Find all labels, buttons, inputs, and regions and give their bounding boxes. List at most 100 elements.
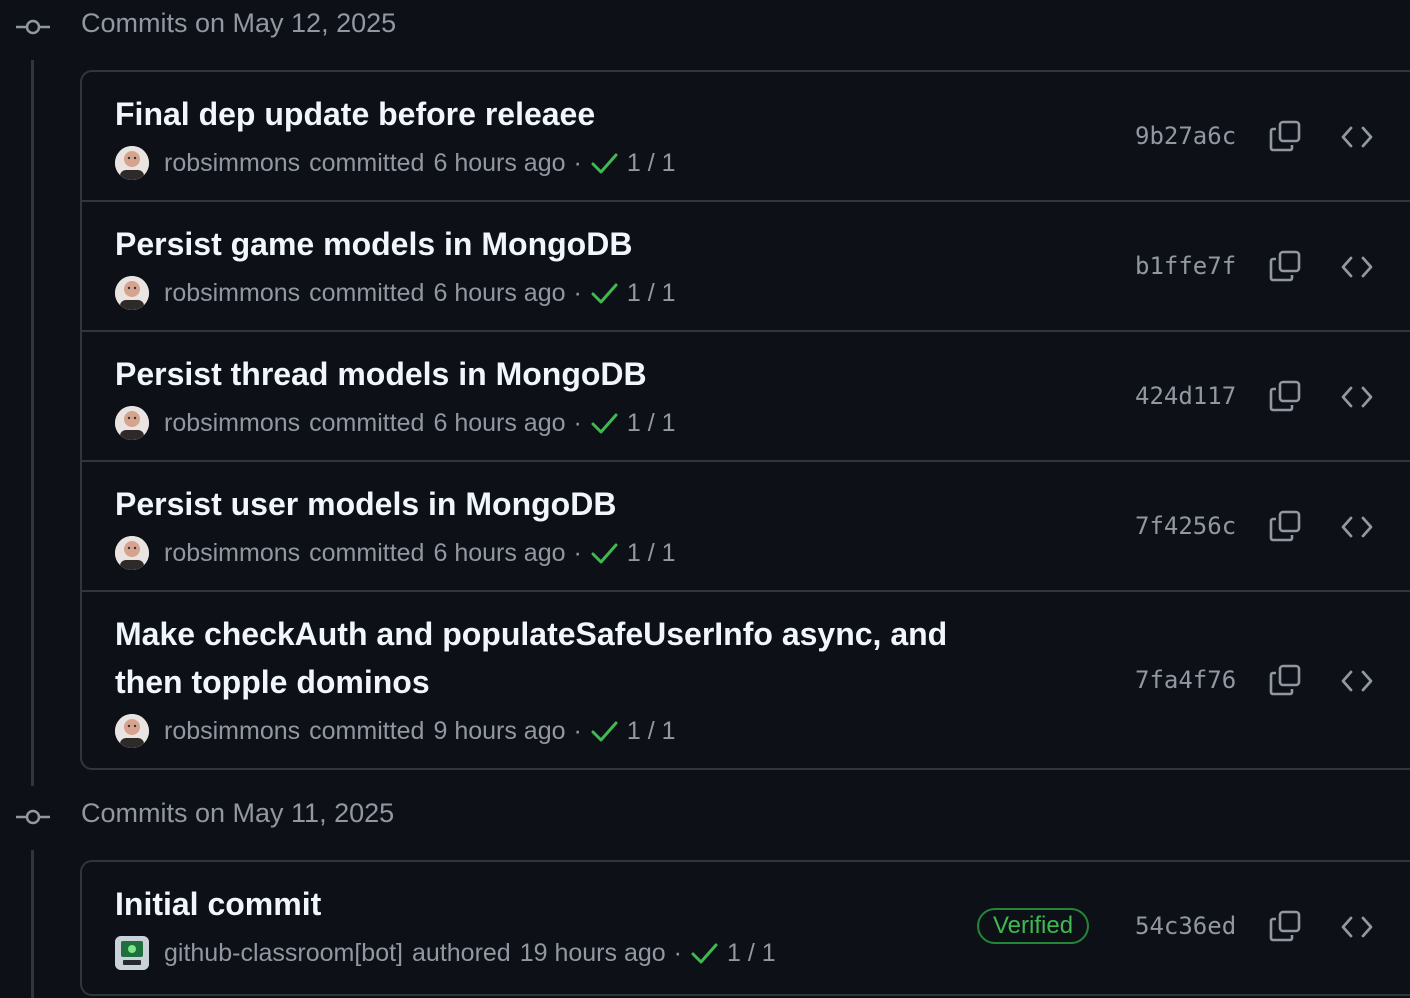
browse-repo-button[interactable] xyxy=(1335,115,1379,159)
checks-status[interactable]: 1 / 1 xyxy=(627,539,676,568)
commit-sha-link[interactable]: 54c36ed xyxy=(1135,912,1236,940)
commit-author-link[interactable]: github-classroom[bot] xyxy=(164,939,403,968)
checks-status[interactable]: 1 / 1 xyxy=(727,939,776,968)
commit-author-link[interactable]: robsimmons xyxy=(164,409,300,438)
copy-sha-button[interactable] xyxy=(1263,114,1307,158)
copy-icon xyxy=(1269,910,1301,942)
commit-action: committed xyxy=(309,716,425,745)
checks-status[interactable]: 1 / 1 xyxy=(627,279,676,308)
commit-meta: robsimmons committed 6 hours ago · 1 / 1 xyxy=(115,146,676,180)
commit-action: authored xyxy=(412,938,511,967)
check-icon[interactable] xyxy=(590,149,618,177)
user-avatar[interactable] xyxy=(115,146,149,180)
verified-badge[interactable]: Verified xyxy=(977,908,1090,944)
commit-sha-link[interactable]: 424d117 xyxy=(1135,382,1236,410)
copy-icon xyxy=(1269,380,1301,412)
timeline-line xyxy=(31,60,34,786)
commit-sha-link[interactable]: 9b27a6c xyxy=(1135,122,1236,150)
commit-time: 19 hours ago xyxy=(519,938,666,967)
commit-row: Persist thread models in MongoDB robsimm… xyxy=(82,332,1410,462)
user-avatar[interactable] xyxy=(115,276,149,310)
separator: · xyxy=(573,716,582,745)
check-icon[interactable] xyxy=(590,717,618,745)
commit-time: 6 hours ago xyxy=(433,408,566,437)
copy-sha-button[interactable] xyxy=(1263,374,1307,418)
commit-row: Make checkAuth and populateSafeUserInfo … xyxy=(82,592,1410,768)
browse-repo-button[interactable] xyxy=(1335,505,1379,549)
browse-repo-button[interactable] xyxy=(1335,375,1379,419)
commit-meta: robsimmons committed 6 hours ago · 1 / 1 xyxy=(115,406,676,440)
copy-icon xyxy=(1269,510,1301,542)
user-avatar[interactable] xyxy=(115,406,149,440)
commit-row: Initial commit github-classroom[bot] aut… xyxy=(82,862,1410,994)
commit-action: committed xyxy=(309,278,425,307)
commit-row: Final dep update before releaee robsimmo… xyxy=(82,72,1410,202)
code-icon xyxy=(1341,386,1373,408)
group-title: Commits on May 12, 2025 xyxy=(81,8,397,38)
commit-meta: robsimmons committed 6 hours ago · 1 / 1 xyxy=(115,276,676,310)
commit-title-link[interactable]: Persist game models in MongoDB xyxy=(115,220,632,268)
commit-action: committed xyxy=(309,538,425,567)
commit-title-link[interactable]: Initial commit xyxy=(115,880,321,928)
commit-title-link[interactable]: Make checkAuth and populateSafeUserInfo … xyxy=(115,610,947,658)
check-icon[interactable] xyxy=(590,409,618,437)
commit-action: committed xyxy=(309,148,425,177)
commit-row: Persist game models in MongoDB robsimmon… xyxy=(82,202,1410,332)
timeline-line xyxy=(31,850,34,998)
browse-repo-button[interactable] xyxy=(1335,659,1379,703)
commit-time: 6 hours ago xyxy=(433,278,566,307)
commit-title-link-line-2[interactable]: then topple dominos xyxy=(115,658,430,706)
commit-action: committed xyxy=(309,408,425,437)
browse-repo-button[interactable] xyxy=(1335,905,1379,949)
commit-sha-link[interactable]: 7f4256c xyxy=(1135,512,1236,540)
separator: · xyxy=(573,538,582,567)
copy-sha-button[interactable] xyxy=(1263,504,1307,548)
browse-repo-button[interactable] xyxy=(1335,245,1379,289)
copy-icon xyxy=(1269,120,1301,152)
commit-meta: robsimmons committed 9 hours ago · 1 / 1 xyxy=(115,714,676,748)
code-icon xyxy=(1341,516,1373,538)
separator: · xyxy=(573,148,582,177)
code-icon xyxy=(1341,916,1373,938)
code-icon xyxy=(1341,256,1373,278)
commit-title-link[interactable]: Persist user models in MongoDB xyxy=(115,480,616,528)
git-commit-icon xyxy=(16,809,50,825)
git-commit-icon xyxy=(16,19,50,35)
commit-time: 6 hours ago xyxy=(433,148,566,177)
commit-author-link[interactable]: robsimmons xyxy=(164,539,300,568)
bot-avatar[interactable] xyxy=(115,936,149,970)
code-icon xyxy=(1341,126,1373,148)
user-avatar[interactable] xyxy=(115,536,149,570)
commit-title-link[interactable]: Final dep update before releaee xyxy=(115,90,595,138)
commit-author-link[interactable]: robsimmons xyxy=(164,279,300,308)
commit-list: Final dep update before releaee robsimmo… xyxy=(80,70,1410,770)
separator: · xyxy=(673,938,682,967)
code-icon xyxy=(1341,670,1373,692)
commit-author-link[interactable]: robsimmons xyxy=(164,717,300,746)
commit-time: 6 hours ago xyxy=(433,538,566,567)
check-icon[interactable] xyxy=(690,939,718,967)
check-icon[interactable] xyxy=(590,279,618,307)
commit-author-link[interactable]: robsimmons xyxy=(164,149,300,178)
commit-meta: github-classroom[bot] authored 19 hours … xyxy=(115,936,776,970)
copy-sha-button[interactable] xyxy=(1263,904,1307,948)
copy-sha-button[interactable] xyxy=(1263,244,1307,288)
commit-list: Initial commit github-classroom[bot] aut… xyxy=(80,860,1410,996)
commit-row: Persist user models in MongoDB robsimmon… xyxy=(82,462,1410,592)
separator: · xyxy=(573,278,582,307)
group-title: Commits on May 11, 2025 xyxy=(81,798,395,828)
checks-status[interactable]: 1 / 1 xyxy=(627,149,676,178)
commit-title-link[interactable]: Persist thread models in MongoDB xyxy=(115,350,647,398)
separator: · xyxy=(573,408,582,437)
copy-icon xyxy=(1269,250,1301,282)
commit-sha-link[interactable]: b1ffe7f xyxy=(1135,252,1236,280)
commit-meta: robsimmons committed 6 hours ago · 1 / 1 xyxy=(115,536,676,570)
user-avatar[interactable] xyxy=(115,714,149,748)
copy-icon xyxy=(1269,664,1301,696)
commit-time: 9 hours ago xyxy=(433,716,566,745)
checks-status[interactable]: 1 / 1 xyxy=(627,717,676,746)
copy-sha-button[interactable] xyxy=(1263,658,1307,702)
commit-sha-link[interactable]: 7fa4f76 xyxy=(1135,666,1236,694)
check-icon[interactable] xyxy=(590,539,618,567)
checks-status[interactable]: 1 / 1 xyxy=(627,409,676,438)
